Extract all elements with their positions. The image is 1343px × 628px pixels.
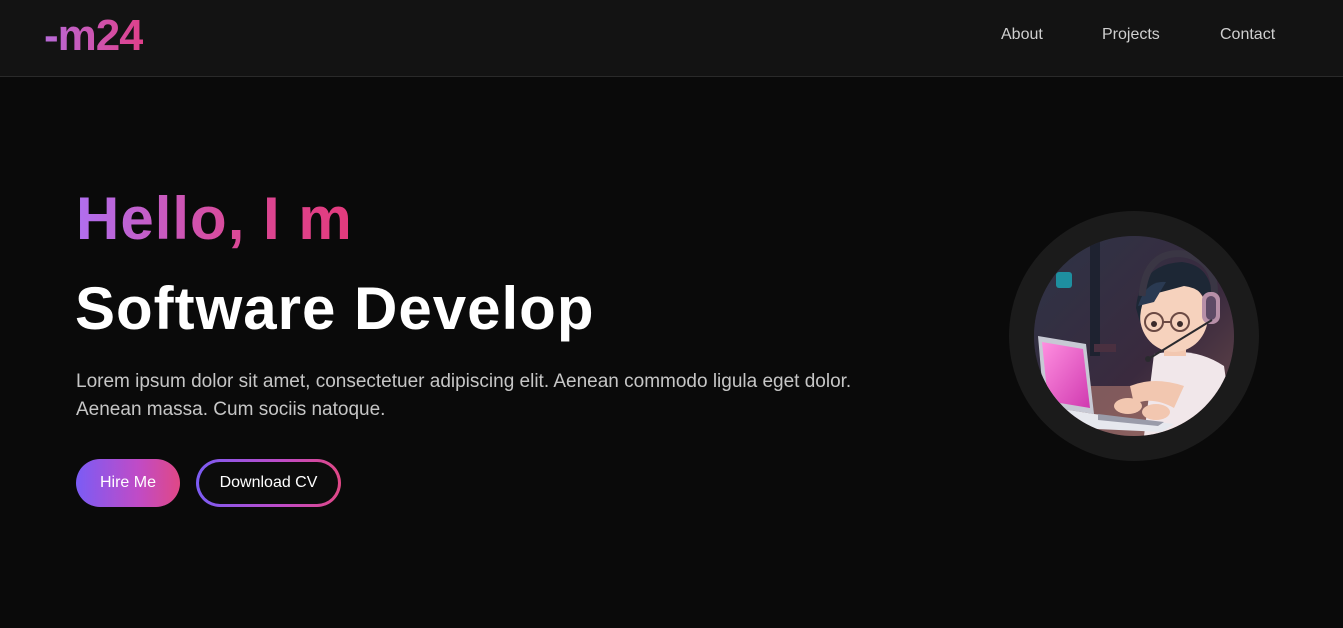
hero-description: Lorem ipsum dolor sit amet, consectetuer…	[76, 371, 852, 420]
nav-link-contact[interactable]: Contact	[1220, 26, 1275, 44]
hero-role: Software Develop	[75, 275, 595, 342]
download-cv-button[interactable]: Download CV	[199, 462, 338, 504]
avatar	[1034, 236, 1234, 436]
nav-link-projects[interactable]: Projects	[1102, 26, 1160, 44]
hero-greeting: Hello, I m	[76, 185, 353, 252]
hire-me-button[interactable]: Hire Me	[76, 459, 180, 507]
navbar: -m24 About Projects Contact	[0, 0, 1343, 77]
developer-avatar-icon	[1034, 236, 1234, 436]
download-cv-button-frame[interactable]: Download CV	[196, 459, 341, 507]
avatar-ring	[1009, 211, 1259, 461]
nav-link-about[interactable]: About	[1001, 26, 1043, 44]
site-logo[interactable]: -m24	[44, 12, 144, 60]
